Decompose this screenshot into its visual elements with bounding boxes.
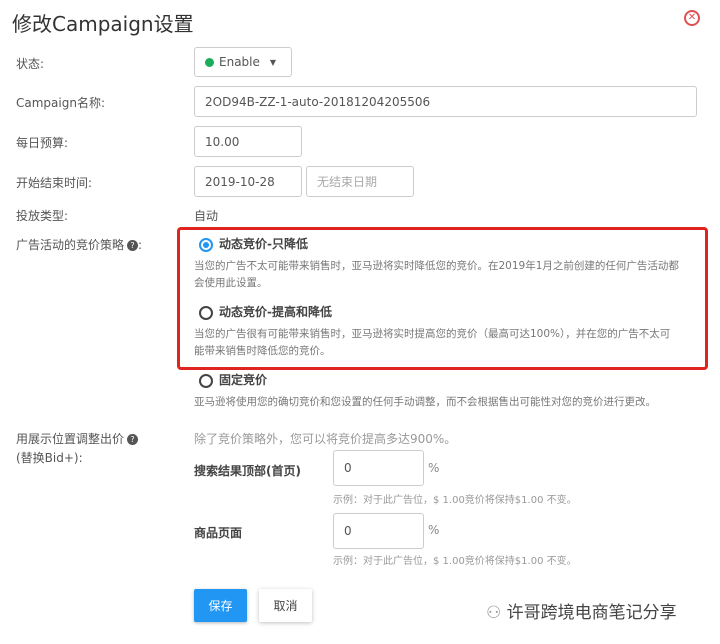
close-icon[interactable]: ✕ — [684, 10, 700, 26]
bidplus-label-sub: (替换Bid+): — [16, 451, 83, 465]
watermark-text: 许哥跨境电商笔记分享 — [506, 603, 677, 623]
budget-input[interactable]: 10.00 — [194, 126, 302, 157]
bidplus-intro: 除了竞价策略外，您可以将竞价提高多达900%。 — [194, 432, 457, 446]
dialog-title: 修改Campaign设置 — [12, 12, 194, 36]
bidplus-label-text: 用展示位置调整出价 — [16, 432, 125, 446]
option-desc: 亚马逊将使用您的确切竞价和您设置的任何手动调整，而不会根据售出可能性对您的竞价进… — [194, 396, 656, 408]
chevron-down-icon: ▼ — [269, 57, 277, 67]
radio-icon[interactable] — [199, 305, 213, 320]
strategy-option-fixed[interactable]: 固定竞价 — [199, 371, 267, 388]
option-desc: 当您的广告不太可能带来销售时，亚马逊将实时降低您的竞价。在2019年1月之前创建… — [194, 260, 679, 272]
radio-selected-icon[interactable] — [199, 237, 213, 252]
status-label: 状态: — [16, 57, 45, 71]
type-value: 自动 — [194, 209, 219, 223]
campaign-name-label: Campaign名称: — [16, 96, 105, 110]
strategy-label: 广告活动的竞价策略?: — [16, 238, 143, 252]
percent-unit: % — [428, 461, 440, 475]
watermark: ⚇ 许哥跨境电商笔记分享 — [486, 598, 677, 623]
status-value: Enable — [219, 55, 260, 69]
option-label: 动态竞价-只降低 — [219, 237, 308, 251]
help-icon[interactable]: ? — [127, 434, 139, 445]
top-search-label: 搜索结果顶部(首页) — [194, 464, 301, 478]
option-label: 动态竞价-提高和降低 — [219, 305, 332, 319]
end-date-input[interactable]: 无结束日期 — [306, 166, 414, 197]
top-search-input[interactable]: 0 — [333, 450, 424, 486]
radio-icon[interactable] — [199, 373, 213, 388]
wechat-icon: ⚇ — [486, 603, 507, 623]
strategy-label-text: 广告活动的竞价策略 — [16, 238, 125, 252]
help-icon[interactable]: ? — [127, 240, 139, 251]
budget-label: 每日预算: — [16, 136, 69, 150]
type-label: 投放类型: — [16, 209, 69, 223]
dates-label: 开始结束时间: — [16, 176, 93, 190]
start-date-input[interactable]: 2019-10-28 — [194, 166, 302, 197]
strategy-option-down-only[interactable]: 动态竞价-只降低 — [199, 235, 308, 252]
option-label: 固定竞价 — [219, 373, 268, 387]
product-page-example: 示例：对于此广告位，$ 1.00竞价将保持$1.00 不变。 — [333, 556, 577, 567]
option-desc: 能带来销售时降低您的竞价。 — [194, 345, 331, 357]
save-button[interactable]: 保存 — [194, 589, 247, 622]
percent-unit: % — [428, 523, 440, 537]
campaign-name-input[interactable]: 2OD94B-ZZ-1-auto-20181204205506 — [194, 86, 697, 117]
option-desc: 当您的广告很有可能带来销售时，亚马逊将实时提高您的竞价（最高可达100%），并在… — [194, 328, 671, 340]
bidplus-label: 用展示位置调整出价? — [16, 430, 139, 447]
status-dot-icon — [205, 57, 214, 67]
option-desc: 会使用此设置。 — [194, 277, 268, 289]
strategy-option-up-down[interactable]: 动态竞价-提高和降低 — [199, 303, 332, 320]
product-page-input[interactable]: 0 — [333, 513, 424, 549]
status-dropdown[interactable]: Enable ▼ — [194, 47, 292, 77]
cancel-button[interactable]: 取消 — [259, 589, 312, 622]
top-search-example: 示例：对于此广告位，$ 1.00竞价将保持$1.00 不变。 — [333, 495, 577, 506]
product-page-label: 商品页面 — [194, 526, 243, 540]
